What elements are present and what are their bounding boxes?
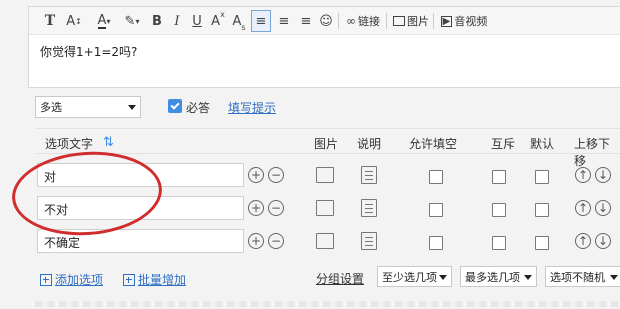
option-description-icon[interactable] xyxy=(361,166,377,184)
move-up-icon[interactable]: ↑ xyxy=(575,200,591,216)
header-exclusive: 互斥 xyxy=(491,137,516,151)
header-option-text: 选项文字 xyxy=(45,137,94,151)
font-size-icon[interactable]: A ↕ xyxy=(65,10,83,32)
options-table-header: 选项文字 ⇅ 图片 说明 允许填空 互斥 默认 上移下移 xyxy=(35,128,620,168)
move-down-icon[interactable]: ↓ xyxy=(595,167,611,183)
remove-option-icon[interactable]: − xyxy=(268,200,284,216)
underline-icon[interactable]: U xyxy=(189,10,205,32)
chevron-down-icon xyxy=(610,274,618,280)
add-icon xyxy=(40,273,52,286)
toolbar-divider xyxy=(433,13,434,29)
required-label: 必答 xyxy=(186,101,211,115)
bold-icon[interactable]: B xyxy=(149,10,165,32)
move-down-icon[interactable]: ↓ xyxy=(595,200,611,216)
default-checkbox[interactable] xyxy=(535,236,549,250)
chevron-down-icon xyxy=(128,105,136,110)
default-checkbox[interactable] xyxy=(535,170,549,184)
add-option-icon[interactable]: + xyxy=(248,200,264,216)
option-image-icon[interactable] xyxy=(316,233,334,249)
option-description-icon[interactable] xyxy=(361,232,377,250)
video-icon: ▶ xyxy=(440,15,453,27)
video-label: 音视频 xyxy=(454,15,488,28)
move-down-icon[interactable]: ↓ xyxy=(595,233,611,249)
bulk-add-link[interactable]: 批量增加 xyxy=(123,271,186,288)
align-left-icon[interactable]: ≡ xyxy=(251,10,271,32)
add-option-icon[interactable]: + xyxy=(248,167,264,183)
chevron-down-icon xyxy=(439,274,447,280)
random-select-value: 选项不随机 xyxy=(550,270,605,284)
move-up-icon[interactable]: ↑ xyxy=(575,233,591,249)
remove-option-icon[interactable]: − xyxy=(268,167,284,183)
question-text[interactable]: 你觉得1+1=2吗? xyxy=(40,43,137,60)
max-select[interactable]: 最多选几项 xyxy=(460,266,537,287)
highlight-icon[interactable]: ✎ ▾ xyxy=(121,10,143,32)
font-color-icon[interactable]: A ▾ xyxy=(93,10,115,32)
option-description-icon[interactable] xyxy=(361,199,377,217)
link-label: 链接 xyxy=(358,15,380,28)
max-select-value: 最多选几项 xyxy=(465,270,520,284)
link-button[interactable]: ∞ 链接 xyxy=(343,10,383,32)
allow-fill-checkbox[interactable] xyxy=(429,170,443,184)
allow-fill-checkbox[interactable] xyxy=(429,203,443,217)
exclusive-checkbox[interactable] xyxy=(492,203,506,217)
align-right-icon[interactable]: ≡ xyxy=(297,10,315,32)
header-image: 图片 xyxy=(314,137,339,151)
question-type-value: 多选 xyxy=(40,101,62,114)
min-select-value: 至少选几项 xyxy=(382,270,437,284)
option-image-icon[interactable] xyxy=(316,200,334,216)
hint-link[interactable]: 填写提示 xyxy=(228,99,276,116)
option-text-input[interactable]: 不对 xyxy=(37,196,244,220)
image-button[interactable]: 图片 xyxy=(391,10,431,32)
italic-icon[interactable]: I xyxy=(169,10,185,32)
remove-option-icon[interactable]: − xyxy=(268,233,284,249)
option-text-input[interactable]: 不确定 xyxy=(37,229,244,253)
link-icon: ∞ xyxy=(346,14,356,28)
group-settings-link[interactable]: 分组设置 xyxy=(316,270,364,287)
annotation-ellipse xyxy=(9,146,165,241)
header-description: 说明 xyxy=(357,137,382,151)
header-default: 默认 xyxy=(530,137,555,151)
chevron-down-icon xyxy=(524,274,532,280)
divider xyxy=(35,301,620,307)
editor-toolbar: T A ↕ A ▾ ✎ ▾ B I U Ax As ≡ ≡ ≡ ☺ ∞ 链接 图片 ▶ 音… xyxy=(29,7,620,35)
question-type-select[interactable]: 多选 xyxy=(35,96,141,118)
toolbar-divider xyxy=(386,13,387,29)
min-select[interactable]: 至少选几项 xyxy=(377,266,452,287)
random-select[interactable]: 选项不随机 xyxy=(545,266,620,287)
align-center-icon[interactable]: ≡ xyxy=(275,10,293,32)
video-button[interactable]: ▶ 音视频 xyxy=(438,10,490,32)
default-checkbox[interactable] xyxy=(535,203,549,217)
font-style-icon[interactable]: T xyxy=(41,10,59,32)
header-move: 上移下移 xyxy=(574,137,611,168)
bulk-add-icon xyxy=(123,273,135,286)
exclusive-checkbox[interactable] xyxy=(492,170,506,184)
add-option-label: 添加选项 xyxy=(55,273,104,287)
header-allow-fill: 允许填空 xyxy=(409,137,458,151)
option-image-icon[interactable] xyxy=(316,167,334,183)
allow-fill-checkbox[interactable] xyxy=(429,236,443,250)
toolbar-divider xyxy=(338,13,339,29)
exclusive-checkbox[interactable] xyxy=(492,236,506,250)
emoji-icon[interactable]: ☺ xyxy=(318,10,334,32)
image-label: 图片 xyxy=(407,15,429,28)
sort-icon[interactable]: ⇅ xyxy=(103,135,114,150)
move-up-icon[interactable]: ↑ xyxy=(575,167,591,183)
option-text-input[interactable]: 对 xyxy=(37,163,244,187)
image-icon xyxy=(393,16,405,26)
add-option-icon[interactable]: + xyxy=(248,233,264,249)
subscript-icon[interactable]: As xyxy=(230,10,248,33)
bulk-add-label: 批量增加 xyxy=(138,273,187,287)
add-option-link[interactable]: 添加选项 xyxy=(40,271,103,288)
required-checkbox[interactable] xyxy=(168,99,182,113)
superscript-icon[interactable]: Ax xyxy=(209,10,227,32)
question-editor: T A ↕ A ▾ ✎ ▾ B I U Ax As ≡ ≡ ≡ ☺ ∞ 链接 图片 ▶ 音… xyxy=(28,6,620,88)
